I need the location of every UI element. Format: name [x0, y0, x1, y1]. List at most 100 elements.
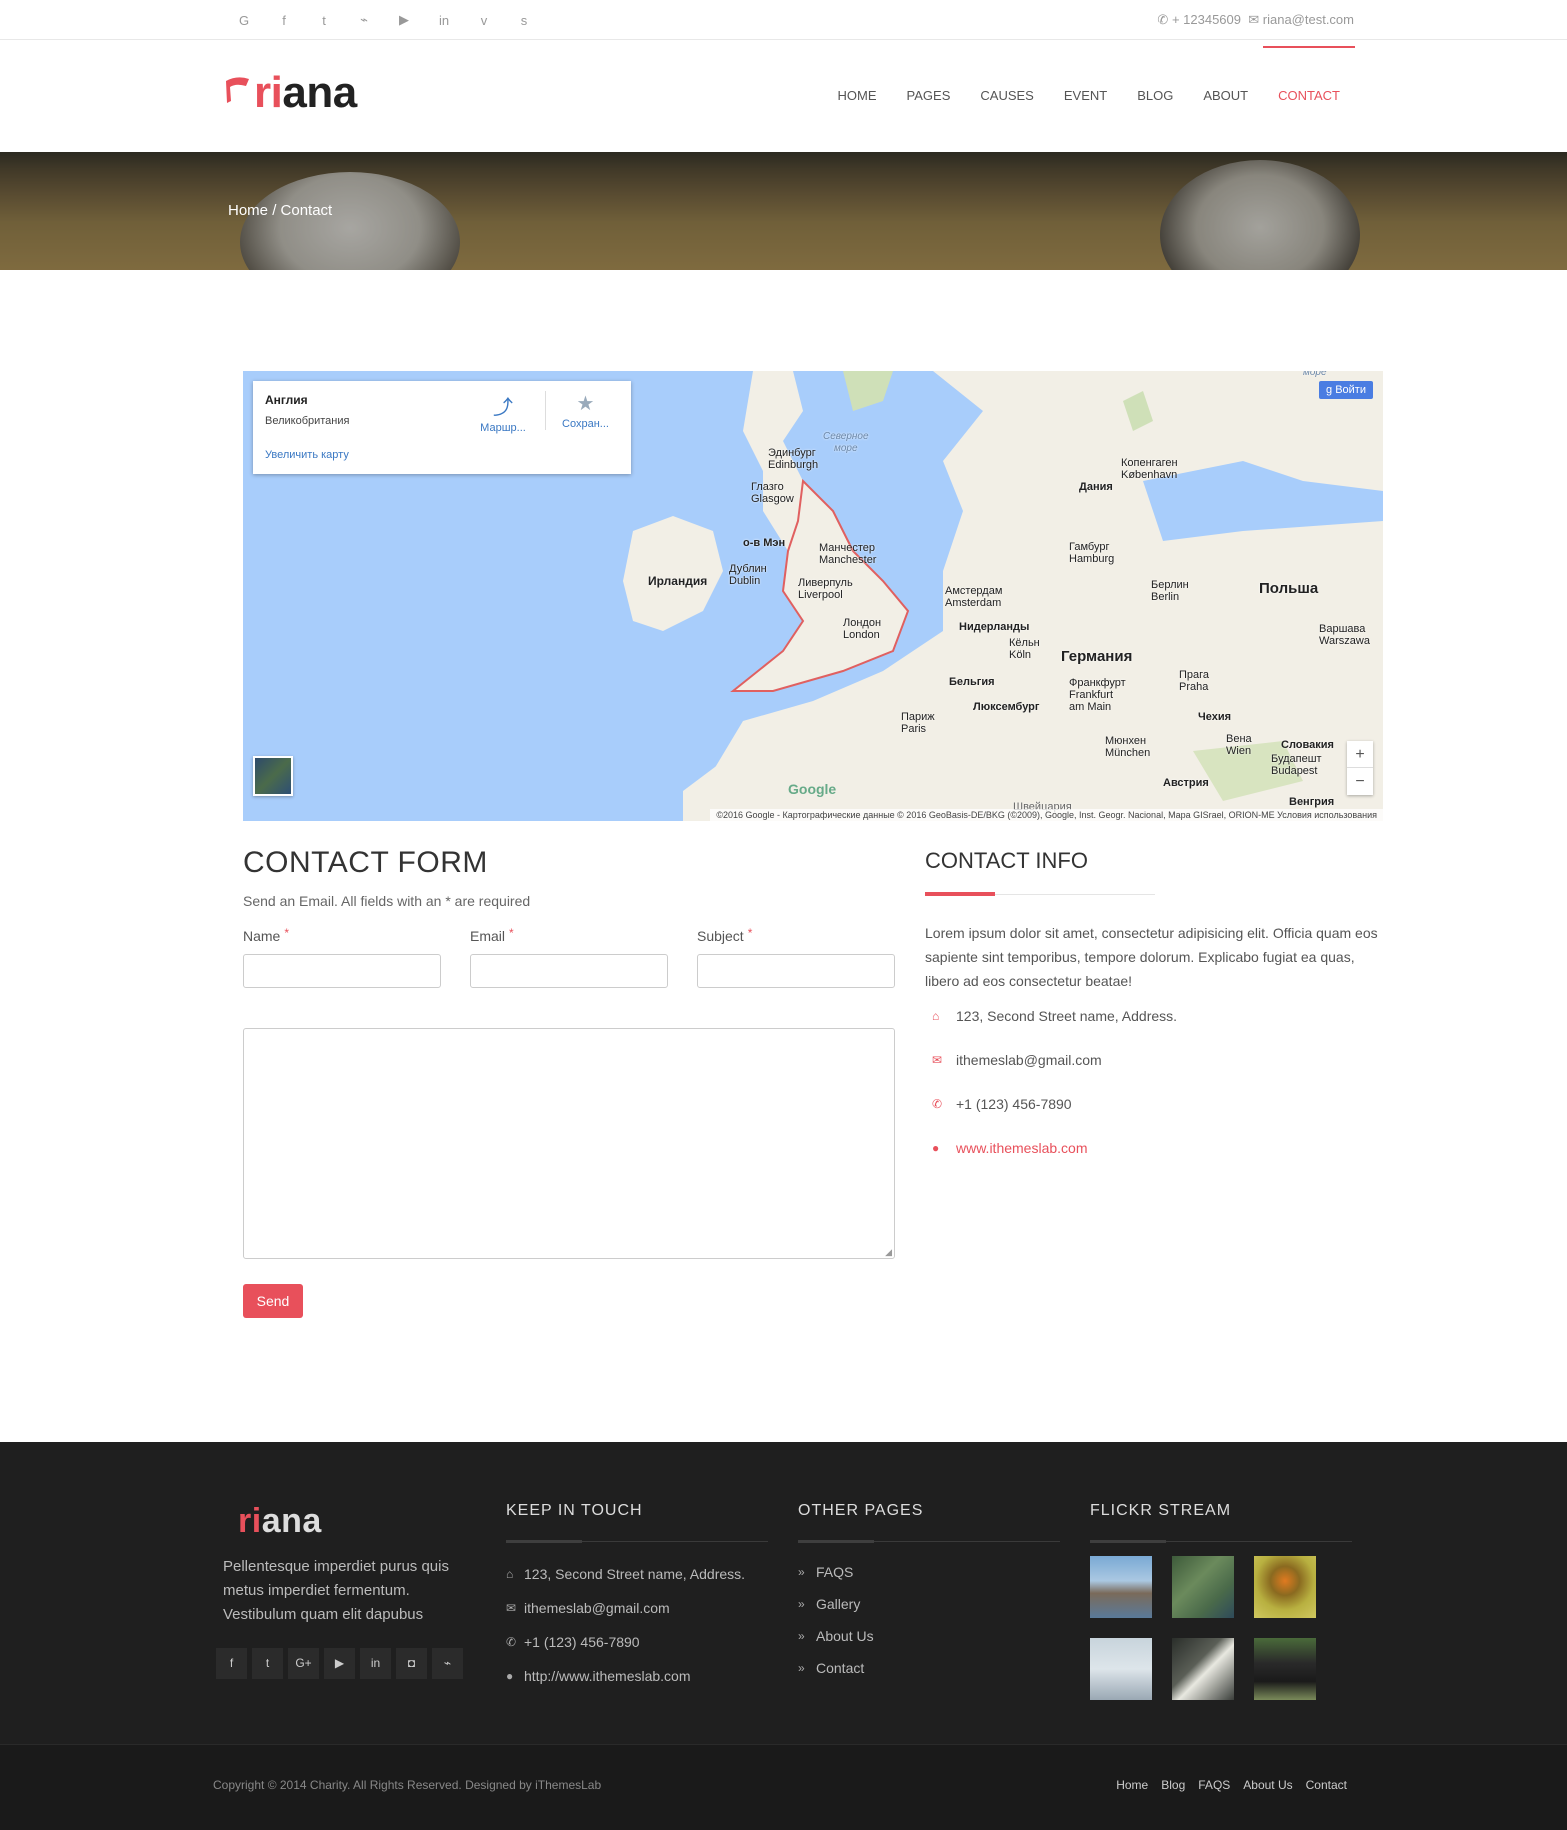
nav-pages[interactable]: PAGES — [892, 40, 966, 152]
nav-about[interactable]: ABOUT — [1188, 40, 1263, 152]
youtube-icon[interactable]: ▶ — [324, 1648, 355, 1679]
linkedin-icon[interactable]: in — [360, 1648, 391, 1679]
website-link[interactable]: www.ithemeslab.com — [956, 1140, 1088, 1156]
name-input[interactable] — [243, 954, 441, 988]
email-input[interactable] — [470, 954, 668, 988]
envelope-icon: ✉ — [932, 1053, 943, 1067]
send-button[interactable]: Send — [243, 1284, 303, 1318]
map-label: Франкфурт Frankfurt am Main — [1069, 677, 1126, 713]
site-logo[interactable]: riana — [224, 70, 357, 116]
map-enlarge-link[interactable]: Увеличить карту — [265, 449, 349, 461]
google-plus-icon[interactable]: G+ — [288, 1648, 319, 1679]
top-phone: + 12345609 — [1171, 12, 1241, 27]
globe-icon: ● — [932, 1141, 940, 1155]
info-phone: ✆ +1 (123) 456-7890 — [932, 1096, 1072, 1112]
map-zoom-in[interactable]: + — [1347, 741, 1373, 768]
flickr-photo-lighthouse[interactable] — [1090, 1556, 1152, 1618]
envelope-icon: ✉ — [506, 1601, 517, 1615]
star-icon: ★ — [576, 393, 595, 415]
youtube-icon[interactable]: ▶ — [384, 12, 424, 28]
home-icon: ⌂ — [506, 1567, 514, 1581]
name-label: Name * — [243, 926, 290, 944]
other-pages-accent — [798, 1540, 874, 1543]
resize-handle-icon[interactable]: ◢ — [885, 1247, 892, 1258]
rss-icon[interactable]: ⌁ — [344, 12, 384, 28]
bottom-link-home[interactable]: Home — [1116, 1778, 1148, 1792]
flickr-photo-butterfly[interactable] — [1254, 1556, 1316, 1618]
map-label: Будапешт Budapest — [1271, 753, 1322, 777]
google-plus-icon: g — [1326, 384, 1333, 396]
header: riana HOME PAGES CAUSES EVENT BLOG ABOUT… — [0, 40, 1567, 152]
map-signin-button[interactable]: g Войти — [1319, 381, 1373, 399]
footer-website[interactable]: ● http://www.ithemeslab.com — [506, 1668, 691, 1684]
map-zoom-out[interactable]: − — [1347, 768, 1373, 795]
footer-link-gallery[interactable]: » Gallery — [798, 1596, 860, 1612]
breadcrumb-home[interactable]: Home — [228, 202, 268, 219]
page-banner: Home / Contact — [0, 152, 1567, 270]
facebook-icon[interactable]: f — [264, 13, 304, 28]
nav-event[interactable]: EVENT — [1049, 40, 1122, 152]
vimeo-icon[interactable]: v — [464, 13, 504, 28]
map-save-button[interactable]: ★ Сохран... — [545, 391, 625, 430]
flickr-photo-carriage[interactable] — [1254, 1638, 1316, 1700]
flickr-photo-alligator[interactable] — [1172, 1556, 1234, 1618]
map-label: Польша — [1259, 580, 1319, 597]
map-label: Германия — [1061, 648, 1133, 665]
map-label: Вена Wien — [1226, 733, 1252, 757]
nav-home[interactable]: HOME — [823, 40, 892, 152]
copyright: Copyright © 2014 Charity. All Rights Res… — [213, 1778, 602, 1792]
twitter-icon[interactable]: t — [304, 13, 344, 28]
google-icon[interactable]: G — [224, 13, 264, 28]
map-label: Гамбург Hamburg — [1069, 541, 1115, 565]
flickr-photo-heron[interactable] — [1172, 1638, 1234, 1700]
flickr-title: FLICKR STREAM — [1090, 1502, 1232, 1519]
map-label: Бельгия — [949, 676, 995, 688]
nav-contact[interactable]: CONTACT — [1263, 40, 1355, 152]
footer-link-faqs[interactable]: » FAQS — [798, 1564, 853, 1580]
google-logo: Google — [788, 781, 837, 797]
map-route-button[interactable]: ⤴ Маршр... — [463, 391, 543, 434]
info-email: ✉ ithemeslab@gmail.com — [932, 1052, 1102, 1068]
map-label: Берлин Berlin — [1151, 579, 1189, 603]
nav-causes[interactable]: CAUSES — [965, 40, 1048, 152]
top-contact: ✆ + 12345609 ✉ riana@test.com — [1157, 0, 1354, 40]
nav-blog[interactable]: BLOG — [1122, 40, 1188, 152]
bottom-link-faqs[interactable]: FAQS — [1198, 1778, 1230, 1792]
map-label: Лондон London — [843, 617, 882, 641]
map-place-title: Англия — [265, 393, 308, 407]
flickr-icon[interactable]: ◘ — [396, 1648, 427, 1679]
map-attribution: ©2016 Google - Картографические данные ©… — [710, 809, 1383, 821]
skype-icon[interactable]: s — [504, 13, 544, 28]
email-label: Email * — [470, 926, 514, 944]
bottom-link-blog[interactable]: Blog — [1161, 1778, 1185, 1792]
flickr-photo-tower[interactable] — [1090, 1638, 1152, 1700]
home-icon: ⌂ — [932, 1009, 940, 1023]
main-nav: HOME PAGES CAUSES EVENT BLOG ABOUT CONTA… — [823, 40, 1355, 152]
message-textarea[interactable]: ◢ — [243, 1028, 895, 1259]
google-map[interactable]: Северное море море Эдинбург Edinburgh Глаз… — [243, 371, 1383, 821]
bottom-link-contact[interactable]: Contact — [1306, 1778, 1347, 1792]
keep-in-touch-title: KEEP IN TOUCH — [506, 1502, 643, 1519]
map-satellite-toggle[interactable] — [253, 756, 293, 796]
bottom-link-about[interactable]: About Us — [1243, 1778, 1292, 1792]
breadcrumb-current: Contact — [280, 202, 333, 219]
linkedin-icon[interactable]: in — [424, 13, 464, 28]
map-label: Копенгаген København — [1121, 457, 1178, 481]
contact-info-text: Lorem ipsum dolor sit amet, consectetur … — [925, 925, 1378, 989]
footer-link-about[interactable]: » About Us — [798, 1628, 874, 1644]
map-label: Мюнхен München — [1105, 735, 1151, 759]
map-label: Ирландия — [648, 574, 708, 588]
top-bar: G f t ⌁ ▶ in v s ✆ + 12345609 ✉ riana@te… — [0, 0, 1567, 40]
subject-input[interactable] — [697, 954, 895, 988]
rss-icon[interactable]: ⌁ — [432, 1648, 463, 1679]
breadcrumb-sep: / — [272, 202, 277, 219]
map-label: Нидерланды — [959, 621, 1030, 633]
facebook-icon[interactable]: f — [216, 1648, 247, 1679]
footer-link-contact[interactable]: » Contact — [798, 1660, 864, 1676]
bottom-links: Home Blog FAQS About Us Contact — [1116, 1778, 1347, 1792]
top-email[interactable]: riana@test.com — [1263, 12, 1354, 27]
contact-info-title: CONTACT INFO — [925, 848, 1088, 873]
phone-icon: ✆ — [506, 1635, 517, 1649]
twitter-icon[interactable]: t — [252, 1648, 283, 1679]
footer-logo[interactable]: riana — [238, 1502, 322, 1541]
